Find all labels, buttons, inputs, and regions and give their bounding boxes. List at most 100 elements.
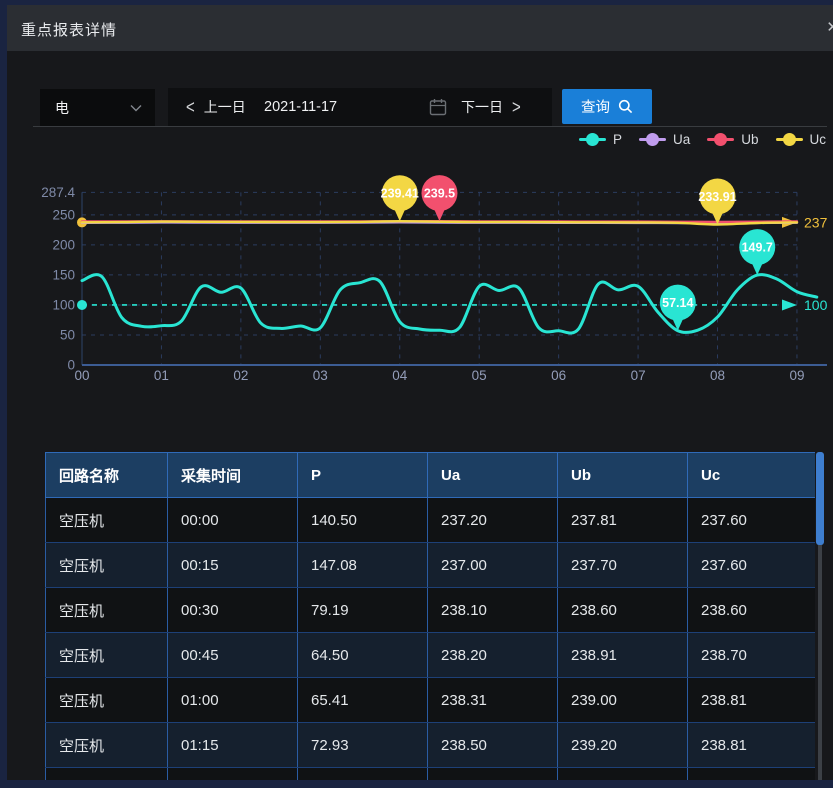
calendar-icon[interactable] [429,98,447,116]
svg-text:100: 100 [804,297,828,313]
svg-text:05: 05 [472,368,487,383]
legend-marker-icon [776,133,803,146]
table-cell: 00:00 [168,498,298,543]
table-cell: 空压机 [46,723,168,768]
legend-label: Uc [810,132,827,147]
table-scrollbar [816,452,824,780]
legend-item-P[interactable]: P [579,132,622,147]
svg-text:50: 50 [60,327,75,342]
svg-text:06: 06 [551,368,566,383]
table-cell: 238.60 [688,588,816,633]
svg-text:233.91: 233.91 [698,190,736,204]
column-header: P [298,453,428,498]
query-button[interactable]: 查询 [562,89,652,124]
table-cell: 237.60 [688,543,816,588]
table-row [46,768,816,781]
scrollbar-thumb[interactable] [816,452,824,545]
legend-label: P [613,132,622,147]
next-day-button[interactable]: 下一日 > [461,88,521,126]
dialog-title: 重点报表详情 [21,19,117,40]
svg-text:04: 04 [392,368,408,383]
table-row: 空压机00:15147.08237.00237.70237.60 [46,543,816,588]
table-row: 空压机01:1572.93238.50239.20238.81 [46,723,816,768]
table-cell: 238.10 [428,588,558,633]
column-header: 回路名称 [46,453,168,498]
report-detail-dialog: 重点报表详情 ✕ 电 < 上一日 2021-11-17 下一日 > 查询 [7,5,833,780]
legend-item-Ub[interactable]: Ub [707,132,758,147]
legend-item-Uc[interactable]: Uc [776,132,827,147]
prev-arrow-icon: < [186,96,195,117]
query-button-label: 查询 [581,96,610,117]
date-value[interactable]: 2021-11-17 [264,88,337,126]
type-select-value: 电 [55,98,130,118]
table-row: 空压机01:0065.41238.31239.00238.81 [46,678,816,723]
type-select[interactable]: 电 [40,89,155,126]
legend-marker-icon [707,133,734,146]
table-cell: 空压机 [46,633,168,678]
svg-text:250: 250 [52,207,75,222]
prev-day-button[interactable]: < 上一日 [186,88,246,126]
table-cell: 00:45 [168,633,298,678]
column-header: Ua [428,453,558,498]
next-day-label: 下一日 [461,97,503,117]
svg-text:01: 01 [154,368,169,383]
table-cell [168,768,298,781]
legend-label: Ua [673,132,690,147]
chart-canvas: 287.425020015010050000010203040506070809… [7,160,833,405]
table-row: 空压机00:4564.50238.20238.91238.70 [46,633,816,678]
table-cell: 140.50 [298,498,428,543]
table-cell: 239.20 [558,723,688,768]
table-cell: 238.91 [558,633,688,678]
svg-text:239.5: 239.5 [424,187,455,201]
svg-text:237: 237 [804,214,828,230]
column-header: 采集时间 [168,453,298,498]
svg-text:03: 03 [313,368,328,383]
svg-text:200: 200 [52,237,75,252]
table-cell: 237.60 [688,498,816,543]
legend-marker-icon [639,133,666,146]
table-cell: 72.93 [298,723,428,768]
column-header: Uc [688,453,816,498]
table-cell: 00:30 [168,588,298,633]
line-chart[interactable]: 287.425020015010050000010203040506070809… [7,160,833,405]
table-cell: 空压机 [46,498,168,543]
legend-item-Ua[interactable]: Ua [639,132,690,147]
svg-text:150: 150 [52,267,75,282]
table-cell: 237.81 [558,498,688,543]
prev-day-label: 上一日 [204,97,246,117]
table-cell: 237.70 [558,543,688,588]
table-cell: 147.08 [298,543,428,588]
svg-text:02: 02 [233,368,248,383]
table-cell: 空压机 [46,543,168,588]
table-cell: 65.41 [298,678,428,723]
table-header-row: 回路名称采集时间PUaUbUc [46,453,816,498]
table-cell [558,768,688,781]
table-cell [688,768,816,781]
table-cell [428,768,558,781]
table-cell: 237.20 [428,498,558,543]
date-navigation: < 上一日 2021-11-17 下一日 > [168,88,552,126]
table-cell: 01:00 [168,678,298,723]
legend-label: Ub [741,132,758,147]
search-icon [618,99,633,114]
svg-text:100: 100 [52,297,75,312]
svg-text:57.14: 57.14 [662,296,693,310]
chevron-down-icon [130,104,142,112]
table-row: 空压机00:00140.50237.20237.81237.60 [46,498,816,543]
table-cell: 64.50 [298,633,428,678]
toolbar-divider [33,126,827,127]
table-cell: 01:15 [168,723,298,768]
table-cell [298,768,428,781]
next-arrow-icon: > [512,96,521,117]
table-cell: 00:15 [168,543,298,588]
svg-text:00: 00 [74,368,89,383]
svg-text:08: 08 [710,368,725,383]
table-cell: 238.81 [688,723,816,768]
close-icon[interactable]: ✕ [826,18,833,36]
svg-text:287.4: 287.4 [41,185,75,200]
table-cell: 237.00 [428,543,558,588]
table-cell: 238.81 [688,678,816,723]
column-header: Ub [558,453,688,498]
svg-text:239.41: 239.41 [381,187,419,201]
table-cell: 空压机 [46,678,168,723]
